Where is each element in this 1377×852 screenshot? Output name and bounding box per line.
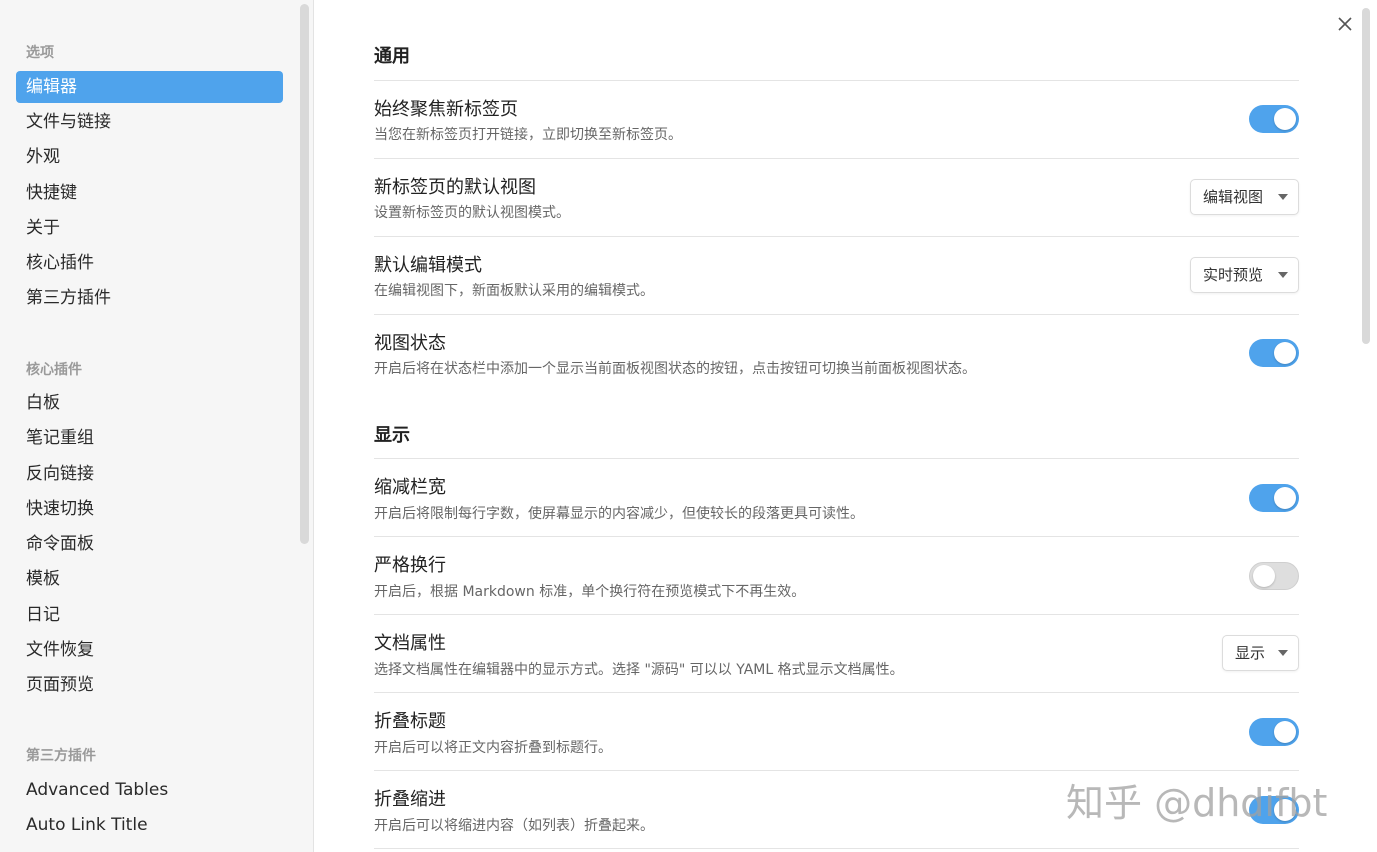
sidebar-item-hotkeys[interactable]: 快捷键 bbox=[16, 177, 283, 209]
dropdown-properties[interactable]: 显示 bbox=[1222, 635, 1299, 671]
watermark: 知乎 @dhdifbt bbox=[1066, 781, 1328, 825]
setting-desc-focus-new-tab: 当您在新标签页打开链接，立即切换至新标签页。 bbox=[374, 127, 682, 143]
toggle-knob bbox=[1253, 565, 1275, 587]
toggle-knob bbox=[1274, 342, 1296, 364]
setting-desc-default-edit-mode: 在编辑视图下，新面板默认采用的编辑模式。 bbox=[374, 283, 654, 299]
sidebar-item-auto-link-title[interactable]: Auto Link Title bbox=[16, 809, 283, 841]
toggle-fold-heading[interactable] bbox=[1249, 718, 1299, 746]
sidebar-item-backlinks[interactable]: 反向链接 bbox=[16, 458, 283, 490]
close-icon bbox=[1338, 17, 1352, 31]
section-title-display: 显示 bbox=[374, 425, 410, 446]
close-button[interactable] bbox=[1333, 12, 1357, 36]
sidebar-heading-third-party: 第三方插件 bbox=[26, 748, 96, 764]
setting-name-default-edit-mode: 默认编辑模式 bbox=[374, 255, 482, 276]
sidebar-item-command-palette[interactable]: 命令面板 bbox=[16, 528, 283, 560]
setting-name-strict-line-breaks: 严格换行 bbox=[374, 555, 446, 576]
divider bbox=[374, 770, 1299, 771]
dropdown-value: 显示 bbox=[1235, 644, 1266, 662]
setting-desc-strict-line-breaks: 开启后，根据 Markdown 标准，单个换行符在预览模式下不再生效。 bbox=[374, 584, 806, 600]
setting-name-default-view: 新标签页的默认视图 bbox=[374, 177, 536, 198]
sidebar-heading-core: 核心插件 bbox=[26, 362, 82, 378]
sidebar-item-appearance[interactable]: 外观 bbox=[16, 141, 283, 173]
divider bbox=[374, 314, 1299, 315]
divider bbox=[374, 848, 1299, 849]
sidebar-item-core-plugins[interactable]: 核心插件 bbox=[16, 247, 283, 279]
setting-name-properties: 文档属性 bbox=[374, 633, 446, 654]
setting-name-readable-line-length: 缩减栏宽 bbox=[374, 477, 446, 498]
sidebar-item-page-preview[interactable]: 页面预览 bbox=[16, 669, 283, 701]
divider bbox=[374, 158, 1299, 159]
divider bbox=[374, 236, 1299, 237]
sidebar-item-about[interactable]: 关于 bbox=[16, 212, 283, 244]
divider bbox=[374, 536, 1299, 537]
setting-name-fold-heading: 折叠标题 bbox=[374, 711, 446, 732]
sidebar-heading-options: 选项 bbox=[26, 45, 54, 61]
setting-name-fold-indent: 折叠缩进 bbox=[374, 789, 446, 810]
sidebar-item-templates[interactable]: 模板 bbox=[16, 563, 283, 595]
setting-desc-fold-heading: 开启后可以将正文内容折叠到标题行。 bbox=[374, 740, 612, 756]
sidebar-item-advanced-tables[interactable]: Advanced Tables bbox=[16, 774, 283, 806]
divider bbox=[374, 458, 1299, 459]
settings-window: 选项 编辑器 文件与链接 外观 快捷键 关于 核心插件 第三方插件 核心插件 白… bbox=[0, 0, 1377, 852]
divider bbox=[374, 80, 1299, 81]
chevron-down-icon bbox=[1278, 194, 1288, 200]
sidebar-item-canvas[interactable]: 白板 bbox=[16, 387, 283, 419]
setting-desc-fold-indent: 开启后可以将缩进内容（如列表）折叠起来。 bbox=[374, 818, 654, 834]
toggle-knob bbox=[1274, 108, 1296, 130]
sidebar-item-note-composer[interactable]: 笔记重组 bbox=[16, 422, 283, 454]
setting-desc-view-status: 开启后将在状态栏中添加一个显示当前面板视图状态的按钮，点击按钮可切换当前面板视图… bbox=[374, 361, 976, 377]
chevron-down-icon bbox=[1278, 650, 1288, 656]
content-scrollbar[interactable] bbox=[1362, 8, 1370, 344]
chevron-down-icon bbox=[1278, 272, 1288, 278]
dropdown-value: 编辑视图 bbox=[1203, 188, 1264, 206]
toggle-focus-new-tab[interactable] bbox=[1249, 105, 1299, 133]
sidebar-item-editor[interactable]: 编辑器 bbox=[16, 71, 283, 103]
dropdown-value: 实时预览 bbox=[1203, 266, 1264, 284]
toggle-view-status[interactable] bbox=[1249, 339, 1299, 367]
section-title-general: 通用 bbox=[374, 46, 410, 67]
setting-desc-readable-line-length: 开启后将限制每行字数，使屏幕显示的内容减少，但使较长的段落更具可读性。 bbox=[374, 506, 864, 522]
sidebar-scrollbar[interactable] bbox=[300, 4, 309, 544]
setting-desc-properties: 选择文档属性在编辑器中的显示方式。选择 "源码" 可以以 YAML 格式显示文档… bbox=[374, 662, 904, 678]
dropdown-default-edit-mode[interactable]: 实时预览 bbox=[1190, 257, 1299, 293]
setting-name-view-status: 视图状态 bbox=[374, 333, 446, 354]
setting-desc-default-view: 设置新标签页的默认视图模式。 bbox=[374, 205, 570, 221]
toggle-readable-line-length[interactable] bbox=[1249, 484, 1299, 512]
toggle-knob bbox=[1274, 721, 1296, 743]
sidebar-item-files-links[interactable]: 文件与链接 bbox=[16, 106, 283, 138]
sidebar-item-daily-notes[interactable]: 日记 bbox=[16, 599, 283, 631]
settings-content: 通用 始终聚焦新标签页 当您在新标签页打开链接，立即切换至新标签页。 新标签页的… bbox=[314, 0, 1377, 852]
divider bbox=[374, 692, 1299, 693]
toggle-strict-line-breaks[interactable] bbox=[1249, 562, 1299, 590]
dropdown-default-view[interactable]: 编辑视图 bbox=[1190, 179, 1299, 215]
setting-name-focus-new-tab: 始终聚焦新标签页 bbox=[374, 99, 518, 120]
toggle-knob bbox=[1274, 487, 1296, 509]
divider bbox=[374, 614, 1299, 615]
sidebar-item-file-recovery[interactable]: 文件恢复 bbox=[16, 634, 283, 666]
sidebar-item-quick-switcher[interactable]: 快速切换 bbox=[16, 493, 283, 525]
settings-sidebar: 选项 编辑器 文件与链接 外观 快捷键 关于 核心插件 第三方插件 核心插件 白… bbox=[0, 0, 314, 852]
sidebar-item-third-party-plugins[interactable]: 第三方插件 bbox=[16, 282, 283, 314]
